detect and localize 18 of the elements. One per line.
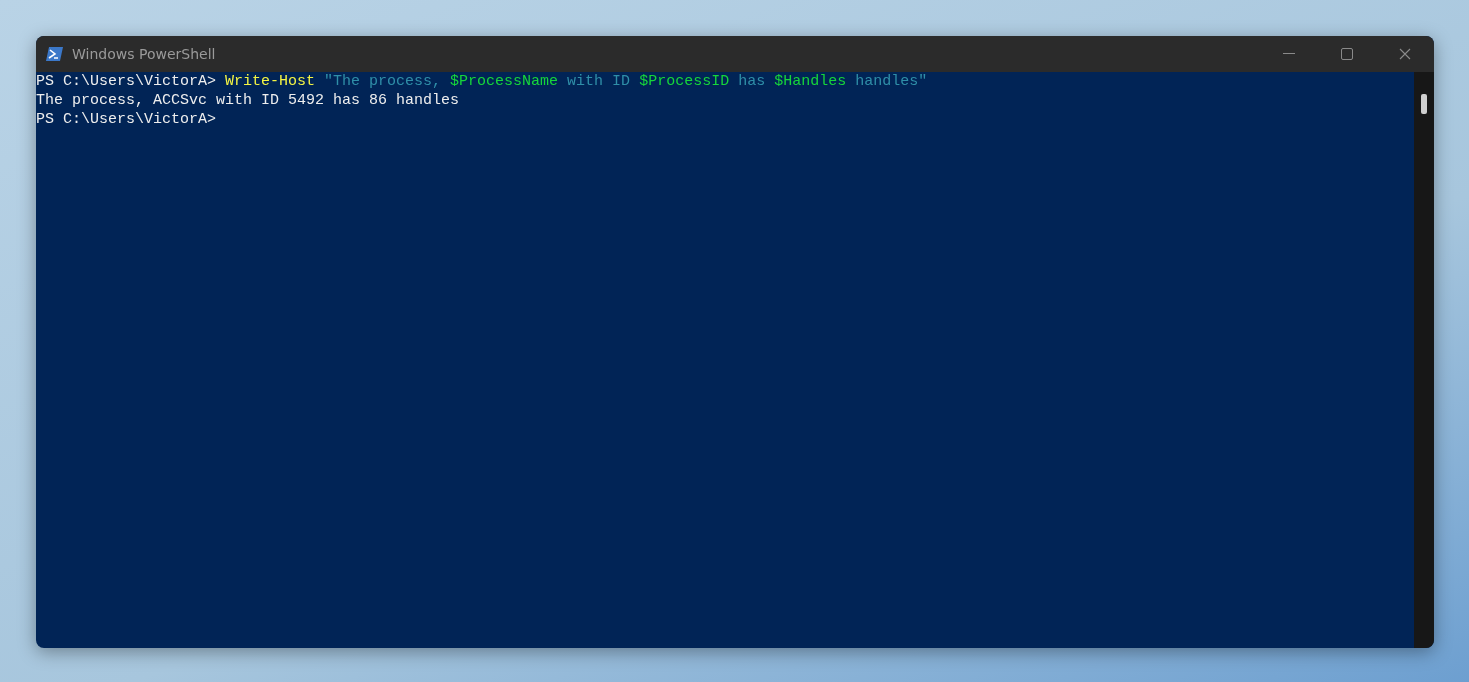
powershell-icon: [46, 46, 64, 62]
string-text: has: [737, 73, 767, 90]
minimize-icon: [1283, 53, 1295, 55]
output-text: The process, ACCSvc with ID 5492 has 86 handles: [36, 92, 460, 109]
maximize-icon: [1341, 48, 1353, 60]
string-text: with ID: [566, 73, 632, 90]
scrollbar[interactable]: [1414, 72, 1434, 648]
scroll-thumb[interactable]: [1421, 94, 1427, 114]
variable-text: $ProcessID: [639, 73, 730, 90]
window-title: Windows PowerShell: [72, 46, 217, 62]
variable-text: $ProcessName: [450, 73, 559, 90]
variable-text: $Handles: [774, 73, 847, 90]
string-text: "The process,: [323, 73, 443, 90]
command-text: Write-Host: [225, 73, 316, 90]
prompt-text: PS C:\Users\VictorA>: [36, 111, 217, 128]
prompt-text: PS C:\Users\VictorA>: [36, 73, 218, 90]
close-icon: [1399, 48, 1411, 60]
string-text: handles": [854, 73, 928, 90]
